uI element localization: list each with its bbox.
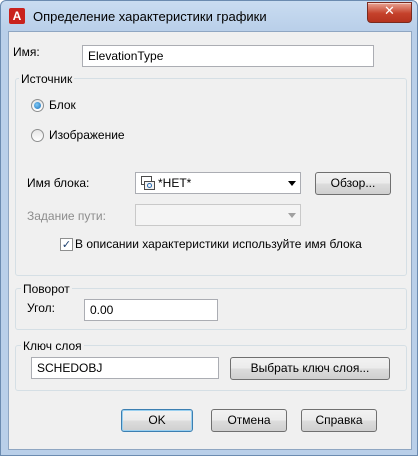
path-select[interactable]: [135, 204, 301, 226]
radio-image-label[interactable]: Изображение: [49, 128, 125, 142]
chevron-down-icon: [288, 181, 296, 186]
close-icon: ✕: [384, 4, 395, 19]
rotation-group-title: Поворот: [21, 282, 72, 296]
ok-button[interactable]: OK: [121, 409, 193, 432]
help-button[interactable]: Справка: [301, 409, 377, 432]
angle-input[interactable]: 0.00: [84, 299, 218, 321]
dialog-body: Имя: ElevationType Источник Блок Изображ…: [8, 31, 412, 450]
block-name-label: Имя блока:: [27, 176, 90, 190]
radio-block-label[interactable]: Блок: [49, 98, 76, 112]
select-layer-key-button[interactable]: Выбрать ключ слоя...: [230, 357, 390, 380]
path-label: Задание пути:: [27, 209, 106, 223]
layer-key-input[interactable]: SCHEDOBJ: [31, 357, 219, 379]
chevron-down-icon: [288, 213, 296, 218]
name-input[interactable]: ElevationType: [82, 45, 374, 67]
dialog-window: A Определение характеристики графики ✕ И…: [0, 0, 418, 456]
block-definition-icon: [141, 176, 155, 190]
close-button[interactable]: ✕: [367, 2, 412, 23]
radio-image[interactable]: [31, 129, 44, 142]
block-name-value: *НЕТ*: [158, 176, 192, 190]
autocad-app-icon: A: [9, 8, 25, 24]
block-name-select[interactable]: *НЕТ*: [135, 172, 301, 194]
radio-block[interactable]: [31, 99, 44, 112]
window-title: Определение характеристики графики: [33, 9, 267, 24]
source-group-title: Источник: [19, 72, 75, 86]
use-block-name-checkbox[interactable]: ✓: [60, 238, 73, 251]
angle-label: Угол:: [27, 301, 55, 315]
name-label: Имя:: [13, 45, 40, 59]
use-block-name-label[interactable]: В описании характеристики используйте им…: [75, 237, 362, 251]
cancel-button[interactable]: Отмена: [211, 409, 287, 432]
layer-key-group-title: Ключ слоя: [21, 339, 84, 353]
browse-button[interactable]: Обзор...: [315, 172, 391, 195]
title-bar[interactable]: A Определение характеристики графики ✕: [1, 1, 417, 31]
